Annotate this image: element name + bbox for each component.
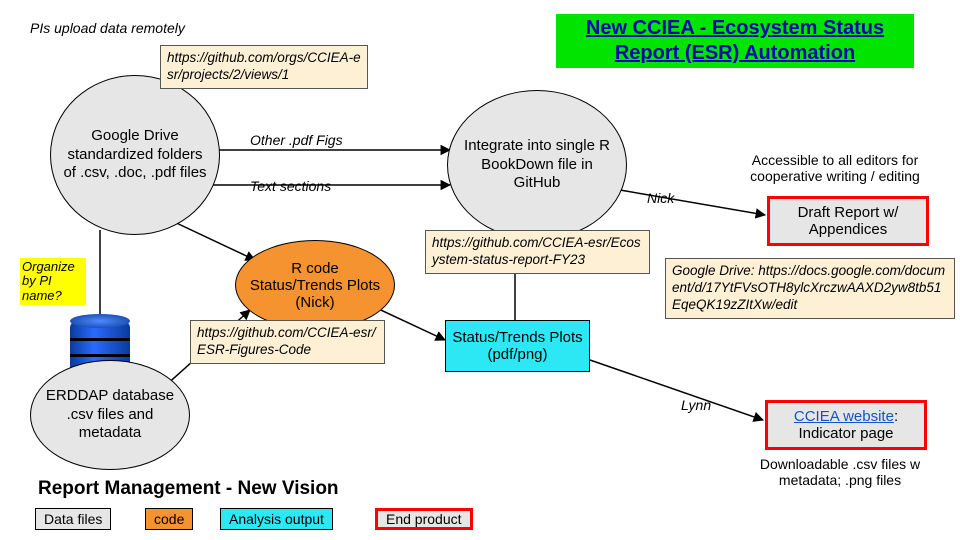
erddap-label: ERDDAP database .csv files and metadata (41, 387, 179, 443)
sticky-organize: Organize by PI name? (20, 258, 86, 305)
integrate-node: Integrate into single R BookDown file in… (447, 90, 627, 240)
draft-report-box: Draft Report w/ Appendices (767, 196, 929, 246)
projects-url-box: https://github.com/orgs/CCIEA-esr/projec… (160, 45, 368, 89)
edge-lynn: Lynn (681, 397, 711, 413)
gdoc-url-box: Google Drive: https://docs.google.com/do… (665, 258, 955, 319)
edge-nick: Nick (647, 190, 674, 206)
esr-repo-box: https://github.com/CCIEA-esr/Ecosystem-s… (425, 230, 650, 274)
website-label: CCIEA website: Indicator page (772, 408, 920, 442)
fig-repo-box: https://github.com/CCIEA-esr/ESR-Figures… (190, 320, 385, 364)
editors-caption: Accessible to all editors for cooperativ… (730, 152, 940, 184)
integrate-label: Integrate into single R BookDown file in… (458, 137, 616, 193)
plots-label: Status/Trends Plots (pdf/png) (450, 329, 585, 363)
erddap-node: ERDDAP database .csv files and metadata (30, 360, 190, 470)
legend-analysis: Analysis output (220, 508, 333, 530)
website-box[interactable]: CCIEA website: Indicator page (765, 400, 927, 450)
gdrive-node: Google Drive standardized folders of .cs… (50, 75, 220, 235)
downloads-caption: Downloadable .csv files w metadata; .png… (735, 456, 945, 488)
edge-other-pdf: Other .pdf Figs (250, 132, 343, 148)
title-banner: New CCIEA - Ecosystem Status Report (ESR… (556, 14, 914, 68)
gdrive-label: Google Drive standardized folders of .cs… (61, 127, 209, 183)
rcode-node: R code Status/Trends Plots (Nick) (235, 240, 395, 330)
plots-node: Status/Trends Plots (pdf/png) (445, 320, 590, 372)
edge-text-sections: Text sections (250, 178, 331, 194)
rcode-label: R code Status/Trends Plots (Nick) (246, 260, 384, 311)
draft-report-label: Draft Report w/ Appendices (774, 204, 922, 238)
legend-data: Data files (35, 508, 111, 530)
pis-upload-note: PIs upload data remotely (30, 20, 185, 36)
legend-end: End product (375, 508, 473, 530)
website-link[interactable]: CCIEA website (794, 408, 894, 425)
section-title: Report Management - New Vision (38, 478, 339, 500)
legend-code: code (145, 508, 193, 530)
